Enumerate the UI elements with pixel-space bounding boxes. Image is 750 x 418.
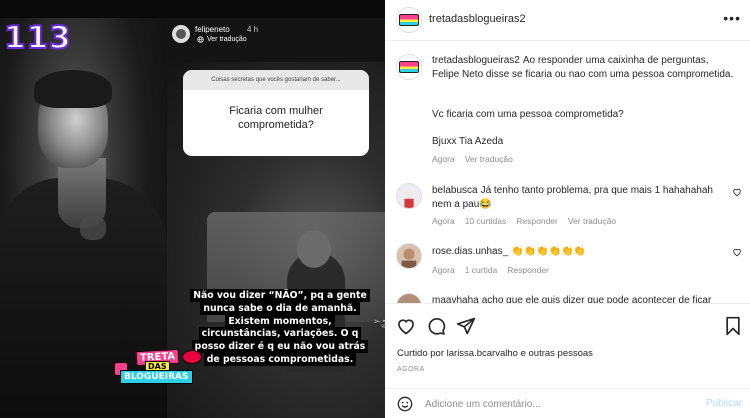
comment-input[interactable]	[425, 396, 685, 412]
story-avatar	[172, 25, 190, 43]
avatar-image	[397, 244, 421, 268]
caption-signature: Bjuxx Tia Azeda	[432, 136, 504, 147]
logo-line-3: BLOGUEIRAS	[120, 370, 193, 384]
emoji-icon[interactable]	[397, 396, 413, 412]
caption-username[interactable]: tretadasblogueiras2	[432, 55, 520, 66]
heart-icon[interactable]	[396, 316, 416, 336]
author-username[interactable]: tretadasblogueiras2	[429, 13, 526, 25]
question-sticker: Coisas secretas que vocês gostariam de s…	[183, 70, 369, 156]
question-prompt: Coisas secretas que vocês gostariam de s…	[183, 70, 369, 90]
comment-meta: Agora 10 curtidas Responder Ver tradução	[432, 216, 616, 226]
comment-icon[interactable]	[426, 316, 446, 336]
caption-text: tretadasblogueiras2 Ao responder uma caix…	[432, 54, 737, 81]
episode-number: 113	[3, 19, 72, 57]
story-username: felipeneto	[195, 25, 230, 34]
lips-icon	[182, 350, 202, 364]
comment-avatar[interactable]	[396, 293, 422, 303]
caption-avatar[interactable]	[396, 54, 422, 80]
comment-username[interactable]: rose.dias.unhas_	[432, 246, 508, 257]
publish-button[interactable]: Publicar	[706, 398, 742, 409]
post-media: 113 felipeneto 4 h Ver tradução Coisas s…	[0, 0, 385, 418]
comment-likes[interactable]: 10 curtidas	[465, 216, 507, 226]
story-answer-span: Não vou dizer “NÃO”, pq a gente nunca sa…	[190, 289, 370, 366]
comment-meta: Agora 1 curtida Responder	[432, 265, 549, 275]
comment-translate[interactable]: Ver tradução	[568, 216, 616, 226]
liked-prefix: Curtido por	[397, 348, 444, 359]
comment-composer: Publicar	[385, 388, 750, 418]
comment-username[interactable]: belabusca	[432, 185, 478, 196]
comment-time: Agora	[432, 216, 455, 226]
more-icon[interactable]: •••	[723, 10, 741, 26]
treta-das-blogueiras-logo: TRETA DAS BLOGUEIRAS	[114, 348, 204, 384]
comment-likes[interactable]: 1 curtida	[465, 265, 498, 275]
comment-reply[interactable]: Responder	[516, 216, 558, 226]
comment-text: maavhaha acho que ele quis dizer que pode…	[432, 294, 742, 303]
comment-avatar[interactable]	[396, 183, 422, 209]
share-icon[interactable]	[456, 316, 476, 336]
question-text: Ficaria com mulher comprometida?	[229, 105, 323, 131]
comments-list[interactable]: tretadasblogueiras2 Ao responder uma caix…	[385, 41, 750, 303]
comment-text: rose.dias.unhas_ 👏👏👏👏👏👏	[432, 245, 722, 259]
action-bar: Curtido por larissa.bcarvalho e outras p…	[385, 303, 750, 388]
post-time: AGORA	[397, 366, 425, 373]
story-translate: Ver tradução	[197, 36, 247, 43]
liked-suffix[interactable]: e outras pessoas	[521, 348, 593, 359]
liked-user[interactable]: larissa.bcarvalho	[447, 348, 518, 359]
comment-reply[interactable]: Responder	[507, 265, 549, 275]
story-side-mark: • 9 ʎ	[372, 319, 386, 328]
comment-username[interactable]: maavhaha	[432, 295, 479, 303]
avatar-image	[397, 184, 421, 208]
comment-avatar[interactable]	[396, 243, 422, 269]
comment-body: 👏👏👏👏👏👏	[511, 246, 586, 257]
liked-by: Curtido por larissa.bcarvalho e outras p…	[397, 348, 593, 359]
chest-tattoo	[80, 216, 106, 240]
bookmark-icon[interactable]	[723, 316, 743, 336]
comment-text: belabusca Já tenho tanto problema, pra qu…	[432, 184, 722, 211]
comment-time: Agora	[432, 265, 455, 275]
story-time: 4 h	[247, 25, 259, 34]
heart-icon[interactable]	[732, 247, 742, 257]
globe-icon	[197, 36, 204, 43]
comment-body: acho que ele quis dizer que pode acontec…	[481, 295, 712, 303]
caption-question: Vc ficaria com uma pessoa comprometida?	[432, 109, 624, 120]
post-details-panel: tretadasblogueiras2 ••• tretadasblogueir…	[385, 0, 750, 418]
story-answer-text: Não vou dizer “NÃO”, pq a gente nunca sa…	[189, 289, 371, 367]
heart-icon[interactable]	[732, 187, 742, 197]
caption-meta: Agora Ver tradução	[432, 154, 513, 164]
story-translate-label: Ver tradução	[207, 36, 247, 43]
caption-time: Agora	[432, 154, 455, 164]
caption-translate[interactable]: Ver tradução	[465, 154, 513, 164]
person-hair	[34, 70, 112, 108]
car-person-head	[297, 230, 331, 268]
author-avatar[interactable]	[396, 7, 422, 33]
post-header: tretadasblogueiras2 •••	[385, 0, 750, 41]
